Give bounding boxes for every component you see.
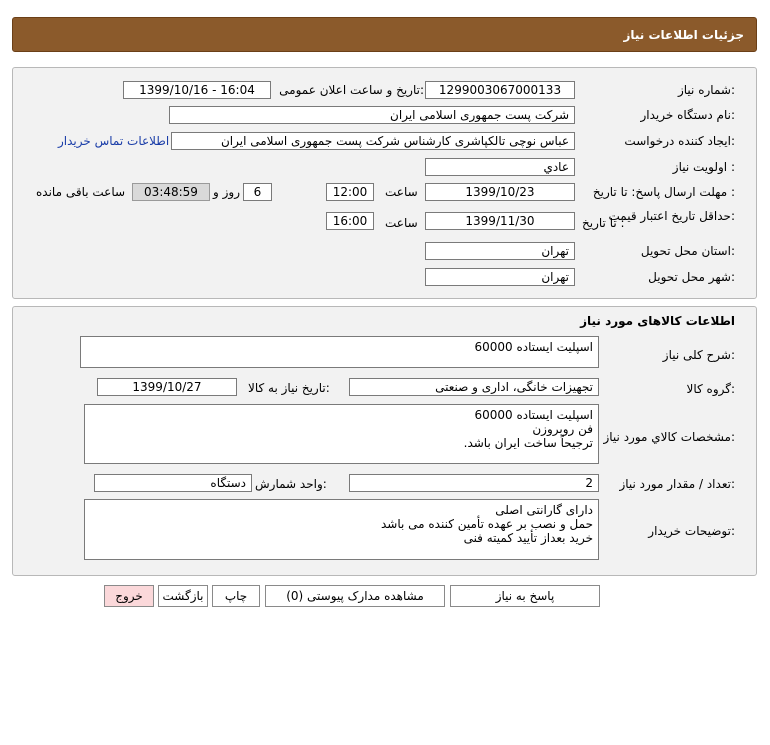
goods-group-label: گروه کالا: — [686, 382, 736, 396]
need-number-label: شماره نیاز: — [677, 83, 735, 97]
days-field: 6 — [243, 183, 272, 201]
buyer-contact-link[interactable]: اطلاعات تماس خریدار — [58, 134, 169, 148]
validity-date-field: 1399/11/30 — [425, 212, 575, 230]
unit-label: واحد شمارش: — [255, 477, 327, 491]
validity-time-label: ساعت — [385, 216, 418, 230]
specs-field: اسپلیت ایستاده 60000 فن روبروزن ترجیحاً … — [84, 404, 599, 464]
respond-button[interactable]: پاسخ به نیاز — [450, 585, 600, 607]
specs-label: مشخصات کالاي مورد نیاز: — [603, 430, 735, 444]
general-desc-label: شرح کلی نیاز: — [662, 348, 735, 362]
city-field: تهران — [425, 268, 575, 286]
buyer-org-field: شرکت پست جمهوری اسلامی ایران — [169, 106, 575, 124]
buyer-notes-label: توضیحات خریدار: — [648, 524, 735, 538]
buyer-org-label: نام دستگاه خریدار: — [640, 108, 736, 122]
goods-section-title: اطلاعات کالاهای مورد نیاز — [580, 314, 735, 328]
province-field: تهران — [425, 242, 575, 260]
buyer-notes-field: دارای گارانتی اصلی حمل و نصب بر عهده تأم… — [84, 499, 599, 560]
page-header: جزئیات اطلاعات نیاز — [12, 17, 757, 52]
province-label: استان محل تحویل: — [640, 244, 735, 258]
send-date-field: 1399/10/23 — [425, 183, 575, 201]
back-button[interactable]: بازگشت — [158, 585, 208, 607]
qty-field: 2 — [349, 474, 599, 492]
validity-time-field: 16:00 — [326, 212, 374, 230]
need-info-panel — [12, 67, 757, 299]
city-label: شهر محل تحویل: — [648, 270, 735, 284]
need-date-field: 1399/10/27 — [97, 378, 237, 396]
send-deadline-label: مهلت ارسال پاسخ: تا تاریخ : — [592, 185, 735, 199]
requester-field: عباس نوچی تالکپاشری کارشناس شرکت پست جمه… — [171, 132, 575, 150]
priority-field: عادي — [425, 158, 575, 176]
send-time-label: ساعت — [385, 185, 418, 199]
attachments-button[interactable]: مشاهده مدارک پیوستی (0) — [265, 585, 445, 607]
remaining-timer: 03:48:59 — [132, 183, 210, 201]
goods-group-field: تجهیزات خانگی، اداری و صنعتی — [349, 378, 599, 396]
need-date-label: تاریخ نیاز به کالا: — [248, 381, 330, 395]
remaining-label: ساعت باقی مانده — [36, 185, 126, 199]
print-button[interactable]: چاپ — [212, 585, 260, 607]
general-desc-field: اسپلیت ایستاده 60000 — [80, 336, 599, 368]
page-title: جزئیات اطلاعات نیاز — [623, 27, 744, 42]
send-time-field: 12:00 — [326, 183, 374, 201]
priority-label: اولویت نیاز : — [672, 160, 735, 174]
unit-field: دستگاه — [94, 474, 252, 492]
requester-label: ایجاد کننده درخواست: — [624, 134, 735, 148]
qty-label: تعداد / مقدار مورد نیاز: — [619, 477, 735, 491]
announce-field: 1399/10/16 - 16:04 — [123, 81, 271, 99]
announce-label: تاریخ و ساعت اعلان عمومی: — [279, 83, 424, 97]
days-label: روز و — [213, 185, 240, 199]
need-number-field: 1299003067000133 — [425, 81, 575, 99]
validity-until-label: تا تاریخ : — [582, 216, 625, 230]
exit-button[interactable]: خروج — [104, 585, 154, 607]
